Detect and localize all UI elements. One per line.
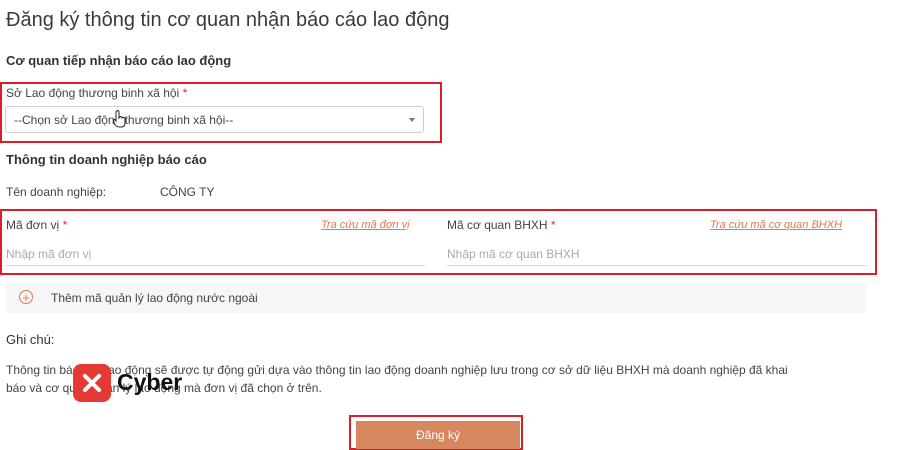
- agency-section-heading: Cơ quan tiếp nhận báo cáo lao động: [6, 53, 232, 68]
- agency-label-text: Sở Lao động thương binh xã hội: [6, 86, 180, 100]
- add-foreign-code-label: Thêm mã quản lý lao động nước ngoài: [51, 291, 258, 305]
- plus-circle-icon[interactable]: +: [19, 290, 33, 304]
- add-foreign-code-row[interactable]: + Thêm mã quản lý lao động nước ngoài: [6, 283, 866, 313]
- required-mark: *: [550, 218, 556, 232]
- unit-code-label: Mã đơn vị *: [6, 218, 67, 232]
- cyber-logo-icon: [73, 364, 111, 402]
- register-button[interactable]: Đăng ký: [356, 421, 520, 449]
- company-section-heading: Thông tin doanh nghiệp báo cáo: [6, 152, 207, 167]
- highlight-box-submit: Đăng ký: [349, 415, 523, 450]
- unit-code-input[interactable]: [6, 242, 425, 266]
- company-name-value: CÔNG TY: [160, 185, 215, 199]
- page-title: Đăng ký thông tin cơ quan nhận báo cáo l…: [6, 9, 450, 31]
- bhxh-code-label-text: Mã cơ quan BHXH: [447, 218, 548, 232]
- hand-cursor-icon: [113, 110, 126, 128]
- agency-field-label: Sở Lao động thương binh xã hội *: [6, 86, 187, 100]
- required-mark: *: [62, 218, 68, 232]
- unit-code-lookup-link[interactable]: Tra cứu mã đơn vị: [321, 219, 410, 231]
- company-name-label: Tên doanh nghiệp:: [6, 185, 107, 199]
- bhxh-code-label: Mã cơ quan BHXH *: [447, 218, 556, 232]
- notes-heading: Ghi chú:: [6, 332, 55, 347]
- unit-code-label-text: Mã đơn vị: [6, 218, 60, 232]
- required-mark: *: [182, 86, 188, 100]
- cyber-watermark-text: Cyber: [117, 369, 183, 395]
- bhxh-code-lookup-link[interactable]: Tra cứu mã cơ quan BHXH: [710, 219, 842, 231]
- chevron-down-icon: [409, 118, 415, 122]
- agency-select[interactable]: --Chọn sở Lao động thương binh xã hội--: [5, 106, 424, 133]
- bhxh-code-input[interactable]: [447, 242, 867, 266]
